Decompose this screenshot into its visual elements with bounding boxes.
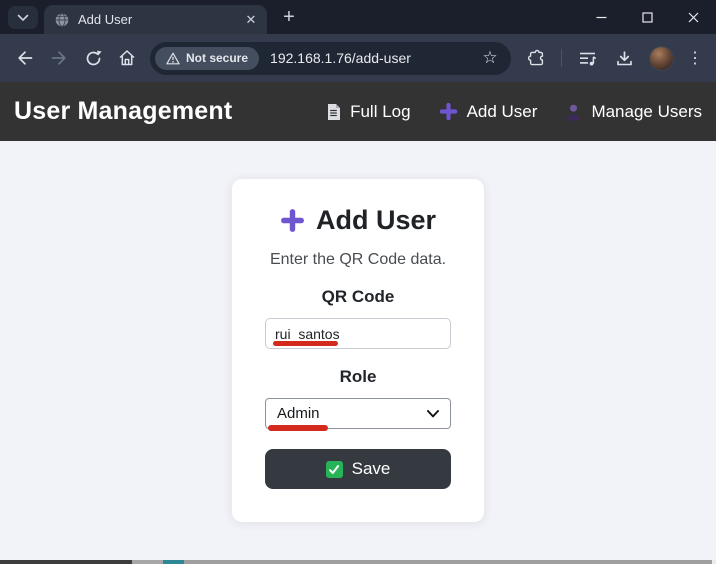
close-icon: [688, 12, 699, 23]
tab-close-icon[interactable]: ✕: [242, 11, 260, 29]
extensions-button[interactable]: [519, 41, 553, 75]
toolbar-actions: ⋮: [519, 41, 708, 75]
media-controls-button[interactable]: [570, 41, 604, 75]
maximize-icon: [642, 12, 653, 23]
download-icon: [615, 49, 634, 68]
role-selected-value: Admin: [277, 405, 320, 422]
nav-item-label: Manage Users: [591, 102, 702, 122]
site-nav: Full Log Add User Manage Users: [326, 102, 702, 122]
url-text[interactable]: 192.168.1.76/add-user: [270, 50, 477, 66]
browser-tab[interactable]: Add User ✕: [44, 5, 267, 34]
browser-toolbar: Not secure 192.168.1.76/add-user ☆ ⋮: [0, 34, 716, 82]
role-label: Role: [340, 367, 377, 387]
nav-item-label: Add User: [467, 102, 538, 122]
bottom-edge-strip: [0, 560, 716, 564]
role-field-wrap: Admin: [265, 398, 451, 429]
window-close-button[interactable]: [670, 0, 716, 34]
security-chip-label: Not secure: [186, 51, 248, 65]
tab-search-button[interactable]: [8, 6, 38, 29]
puzzle-icon: [527, 49, 546, 68]
chevron-down-icon: [427, 410, 439, 418]
window-maximize-button[interactable]: [624, 0, 670, 34]
red-annotation-underline: [268, 425, 328, 431]
security-chip[interactable]: Not secure: [155, 47, 259, 70]
forward-icon: [49, 48, 69, 68]
qr-code-label: QR Code: [322, 287, 395, 307]
back-icon: [15, 48, 35, 68]
back-button[interactable]: [8, 41, 42, 75]
red-annotation-underline: [273, 341, 338, 346]
save-button[interactable]: Save: [265, 449, 451, 489]
nav-item-manage-users[interactable]: Manage Users: [565, 102, 702, 122]
page-title: User Management: [14, 97, 232, 126]
bookmark-star-icon[interactable]: ☆: [477, 48, 503, 68]
nav-item-add-user[interactable]: Add User: [439, 102, 538, 122]
bottom-strip-segment: [712, 560, 716, 564]
window-controls: [578, 0, 716, 34]
document-icon: [326, 103, 341, 121]
browser-menu-button[interactable]: ⋮: [682, 48, 708, 68]
card-subtitle: Enter the QR Code data.: [270, 251, 446, 269]
bottom-strip-segment: [184, 560, 712, 564]
plus-icon: [439, 102, 458, 121]
page-background: Add User Enter the QR Code data. QR Code…: [0, 141, 716, 560]
card-title-text: Add User: [316, 205, 436, 236]
profile-avatar[interactable]: [649, 46, 674, 71]
new-tab-button[interactable]: +: [275, 3, 303, 31]
add-user-card: Add User Enter the QR Code data. QR Code…: [232, 179, 484, 522]
home-icon: [117, 48, 137, 68]
minimize-icon: [596, 12, 607, 23]
home-button[interactable]: [110, 41, 144, 75]
chevron-down-icon: [17, 14, 29, 22]
nav-item-label: Full Log: [350, 102, 410, 122]
reload-icon: [84, 49, 103, 68]
address-bar[interactable]: Not secure 192.168.1.76/add-user ☆: [150, 42, 511, 75]
toolbar-divider: [561, 49, 562, 67]
save-button-label: Save: [352, 459, 391, 479]
tab-strip: Add User ✕ +: [0, 0, 716, 34]
window-minimize-button[interactable]: [578, 0, 624, 34]
site-header: User Management Full Log Add User Manage…: [0, 82, 716, 141]
card-title: Add User: [280, 205, 436, 236]
bottom-strip-segment: [0, 560, 132, 564]
qr-code-field-wrap: [265, 318, 451, 349]
globe-favicon-icon: [54, 12, 70, 28]
user-icon: [565, 103, 582, 121]
check-icon: [326, 461, 343, 478]
plus-icon: [280, 208, 305, 233]
browser-window: Add User ✕ +: [0, 0, 716, 564]
reload-button[interactable]: [76, 41, 110, 75]
bottom-strip-segment: [163, 560, 184, 564]
bottom-strip-segment: [132, 560, 163, 564]
downloads-button[interactable]: [607, 41, 641, 75]
tab-title: Add User: [78, 12, 234, 27]
warning-triangle-icon: [166, 52, 180, 65]
media-controls-icon: [578, 49, 597, 68]
nav-item-full-log[interactable]: Full Log: [326, 102, 410, 122]
forward-button[interactable]: [42, 41, 76, 75]
